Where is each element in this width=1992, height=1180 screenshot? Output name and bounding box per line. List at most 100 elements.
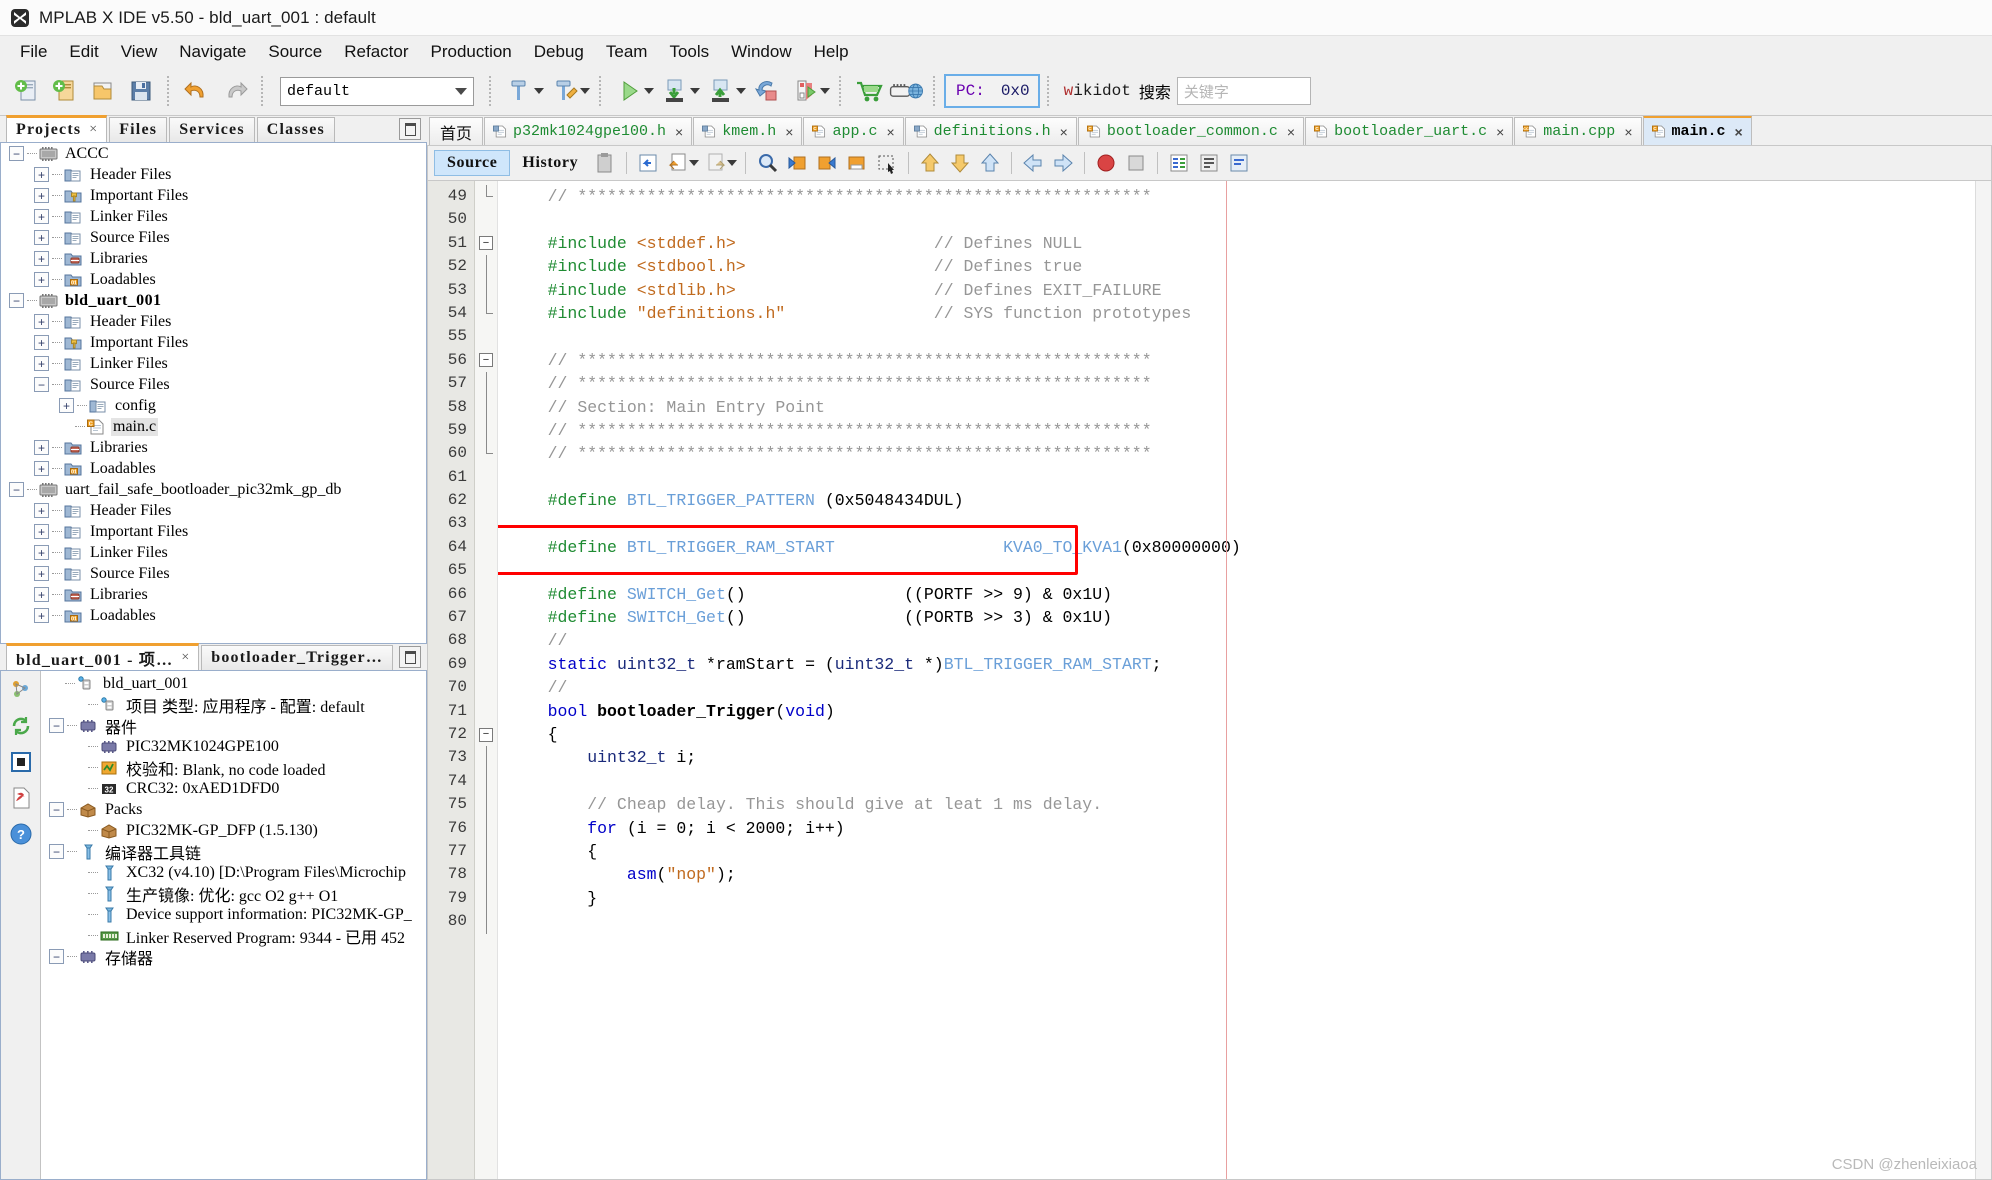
code-line[interactable]: #include <stdlib.h> // Defines EXIT_FAIL… [498, 279, 1991, 302]
shift-left-icon[interactable] [1018, 149, 1048, 177]
tree-item[interactable]: Linker Reserved Program: 9344 - 已用 452 [41, 925, 426, 946]
tab-files[interactable]: Files [109, 117, 167, 142]
stop-icon[interactable] [8, 749, 34, 775]
tree-item[interactable]: +Source Files [1, 563, 426, 584]
tree-item[interactable]: +Source Files [1, 227, 426, 248]
tree-item[interactable]: −编译器工具链 [41, 841, 426, 862]
debug-project-icon[interactable] [786, 71, 824, 111]
code-line[interactable]: // *************************************… [498, 419, 1991, 442]
close-icon[interactable]: × [181, 650, 189, 666]
shopping-cart-icon[interactable] [850, 71, 888, 111]
refresh-icon[interactable] [8, 713, 34, 739]
tree-item[interactable]: 32CRC32: 0xAED1DFD0 [41, 778, 426, 799]
code-line[interactable]: { [498, 840, 1991, 863]
close-icon[interactable]: × [785, 124, 793, 140]
expand-toggle-icon[interactable]: + [59, 398, 74, 413]
device-web-icon[interactable] [888, 71, 926, 111]
tree-item[interactable]: +Important Files [1, 521, 426, 542]
new-file-icon[interactable] [46, 71, 84, 111]
tree-item[interactable]: +Linker Files [1, 353, 426, 374]
shift-line-up-icon[interactable] [915, 149, 945, 177]
tree-item[interactable]: −存储器 [41, 946, 426, 967]
tree-item[interactable]: Cmain.c [1, 416, 426, 437]
editor-tab-kmem-h[interactable]: kmem.h× [693, 117, 802, 145]
configuration-dropdown[interactable]: default [280, 77, 474, 106]
tree-item[interactable]: +Linker Files [1, 542, 426, 563]
format-icon[interactable] [1194, 149, 1224, 177]
toggle-breakpoint-icon[interactable] [1091, 149, 1121, 177]
fold-cell[interactable]: − [475, 232, 497, 255]
menu-item-file[interactable]: File [9, 40, 58, 64]
project-config-icon[interactable] [8, 677, 34, 703]
code-line[interactable]: #include <stdbool.h> // Defines true [498, 255, 1991, 278]
tree-item[interactable]: −Packs [41, 799, 426, 820]
tree-item[interactable]: +Header Files [1, 164, 426, 185]
menu-item-edit[interactable]: Edit [58, 40, 109, 64]
chevron-down-icon[interactable] [727, 160, 737, 166]
collapse-toggle-icon[interactable]: − [49, 718, 64, 733]
read-device-icon[interactable] [702, 71, 740, 111]
navigator-tree[interactable]: bld_uart_001项目 类型: 应用程序 - 配置: default−器件… [41, 671, 426, 1179]
code-line[interactable]: for (i = 0; i < 2000; i++) [498, 817, 1991, 840]
collapse-toggle-icon[interactable]: − [9, 293, 24, 308]
editor-tab--[interactable]: 首页 [429, 117, 483, 145]
tree-item[interactable]: −bld_uart_001 [1, 290, 426, 311]
undo-icon[interactable] [178, 71, 216, 111]
editor-tabstrip[interactable]: 首页p32mk1024gpe100.h×kmem.h×Capp.c×defini… [427, 116, 1992, 145]
code-line[interactable] [498, 910, 1991, 933]
editor-tab-p32mk1024gpe100-h[interactable]: p32mk1024gpe100.h× [484, 117, 692, 145]
menu-item-help[interactable]: Help [803, 40, 860, 64]
expand-toggle-icon[interactable]: + [34, 167, 49, 182]
expand-toggle-icon[interactable]: + [34, 230, 49, 245]
collapse-fold-icon[interactable]: − [479, 236, 493, 250]
tab-source[interactable]: Source [434, 150, 510, 176]
tree-item[interactable]: +Header Files [1, 311, 426, 332]
wikidot-search-input[interactable]: 关键字 [1177, 77, 1311, 105]
tree-item[interactable]: 生产镜像: 优化: gcc O2 g++ O1 [41, 883, 426, 904]
tree-item[interactable]: −器件 [41, 715, 426, 736]
editor-vertical-scrollbar[interactable] [1975, 181, 1991, 1179]
open-project-icon[interactable] [84, 71, 122, 111]
help-icon[interactable]: ? [8, 821, 34, 847]
collapse-toggle-icon[interactable]: − [34, 377, 49, 392]
editor-tab-main-cpp[interactable]: CCmain.cpp× [1514, 117, 1641, 145]
tree-item[interactable]: +config [1, 395, 426, 416]
editor-tab-bootloader-uart-c[interactable]: Cbootloader_uart.c× [1305, 117, 1513, 145]
code-fold-column[interactable]: −−− [475, 181, 498, 1179]
run-project-icon[interactable] [610, 71, 648, 111]
tree-item[interactable]: +01Loadables [1, 269, 426, 290]
minimize-panel-button[interactable] [399, 646, 421, 668]
close-icon[interactable]: × [89, 122, 97, 138]
move-up-icon[interactable] [975, 149, 1005, 177]
expand-toggle-icon[interactable]: + [34, 524, 49, 539]
build-project-icon[interactable] [500, 71, 538, 111]
collapse-toggle-icon[interactable]: − [49, 802, 64, 817]
shift-right-icon[interactable] [1048, 149, 1078, 177]
menu-item-navigate[interactable]: Navigate [168, 40, 257, 64]
stop-icon[interactable] [1121, 149, 1151, 177]
code-line[interactable]: // *************************************… [498, 185, 1991, 208]
tree-item[interactable]: +01Loadables [1, 458, 426, 479]
tree-item[interactable]: +Libraries [1, 248, 426, 269]
code-line[interactable]: // Section: Main Entry Point [498, 396, 1991, 419]
code-editor[interactable]: 4950515253545556575859606162636465666768… [427, 180, 1992, 1180]
tree-item[interactable]: +01Loadables [1, 605, 426, 626]
tree-item[interactable]: +Header Files [1, 500, 426, 521]
clean-build-icon[interactable] [546, 71, 584, 111]
tree-item[interactable]: −ACCC [1, 143, 426, 164]
menu-item-debug[interactable]: Debug [523, 40, 595, 64]
last-edit-icon[interactable] [633, 149, 663, 177]
expand-toggle-icon[interactable]: + [34, 356, 49, 371]
editor-tab-main-c[interactable]: Cmain.c× [1643, 116, 1752, 145]
code-line[interactable]: #define SWITCH_Get() ((PORTB >> 3) & 0x1… [498, 606, 1991, 629]
tab-history[interactable]: History [510, 151, 590, 175]
editor-tab-bootloader-common-c[interactable]: Cbootloader_common.c× [1078, 117, 1304, 145]
tree-item[interactable]: Device support information: PIC32MK-GP_ [41, 904, 426, 925]
code-line[interactable]: bool bootloader_Trigger(void) [498, 700, 1991, 723]
collapse-toggle-icon[interactable]: − [49, 949, 64, 964]
fold-cell[interactable]: − [475, 723, 497, 746]
tab-services[interactable]: Services [169, 117, 255, 142]
expand-toggle-icon[interactable]: + [34, 251, 49, 266]
redo-icon[interactable] [216, 71, 254, 111]
expand-toggle-icon[interactable]: + [34, 272, 49, 287]
